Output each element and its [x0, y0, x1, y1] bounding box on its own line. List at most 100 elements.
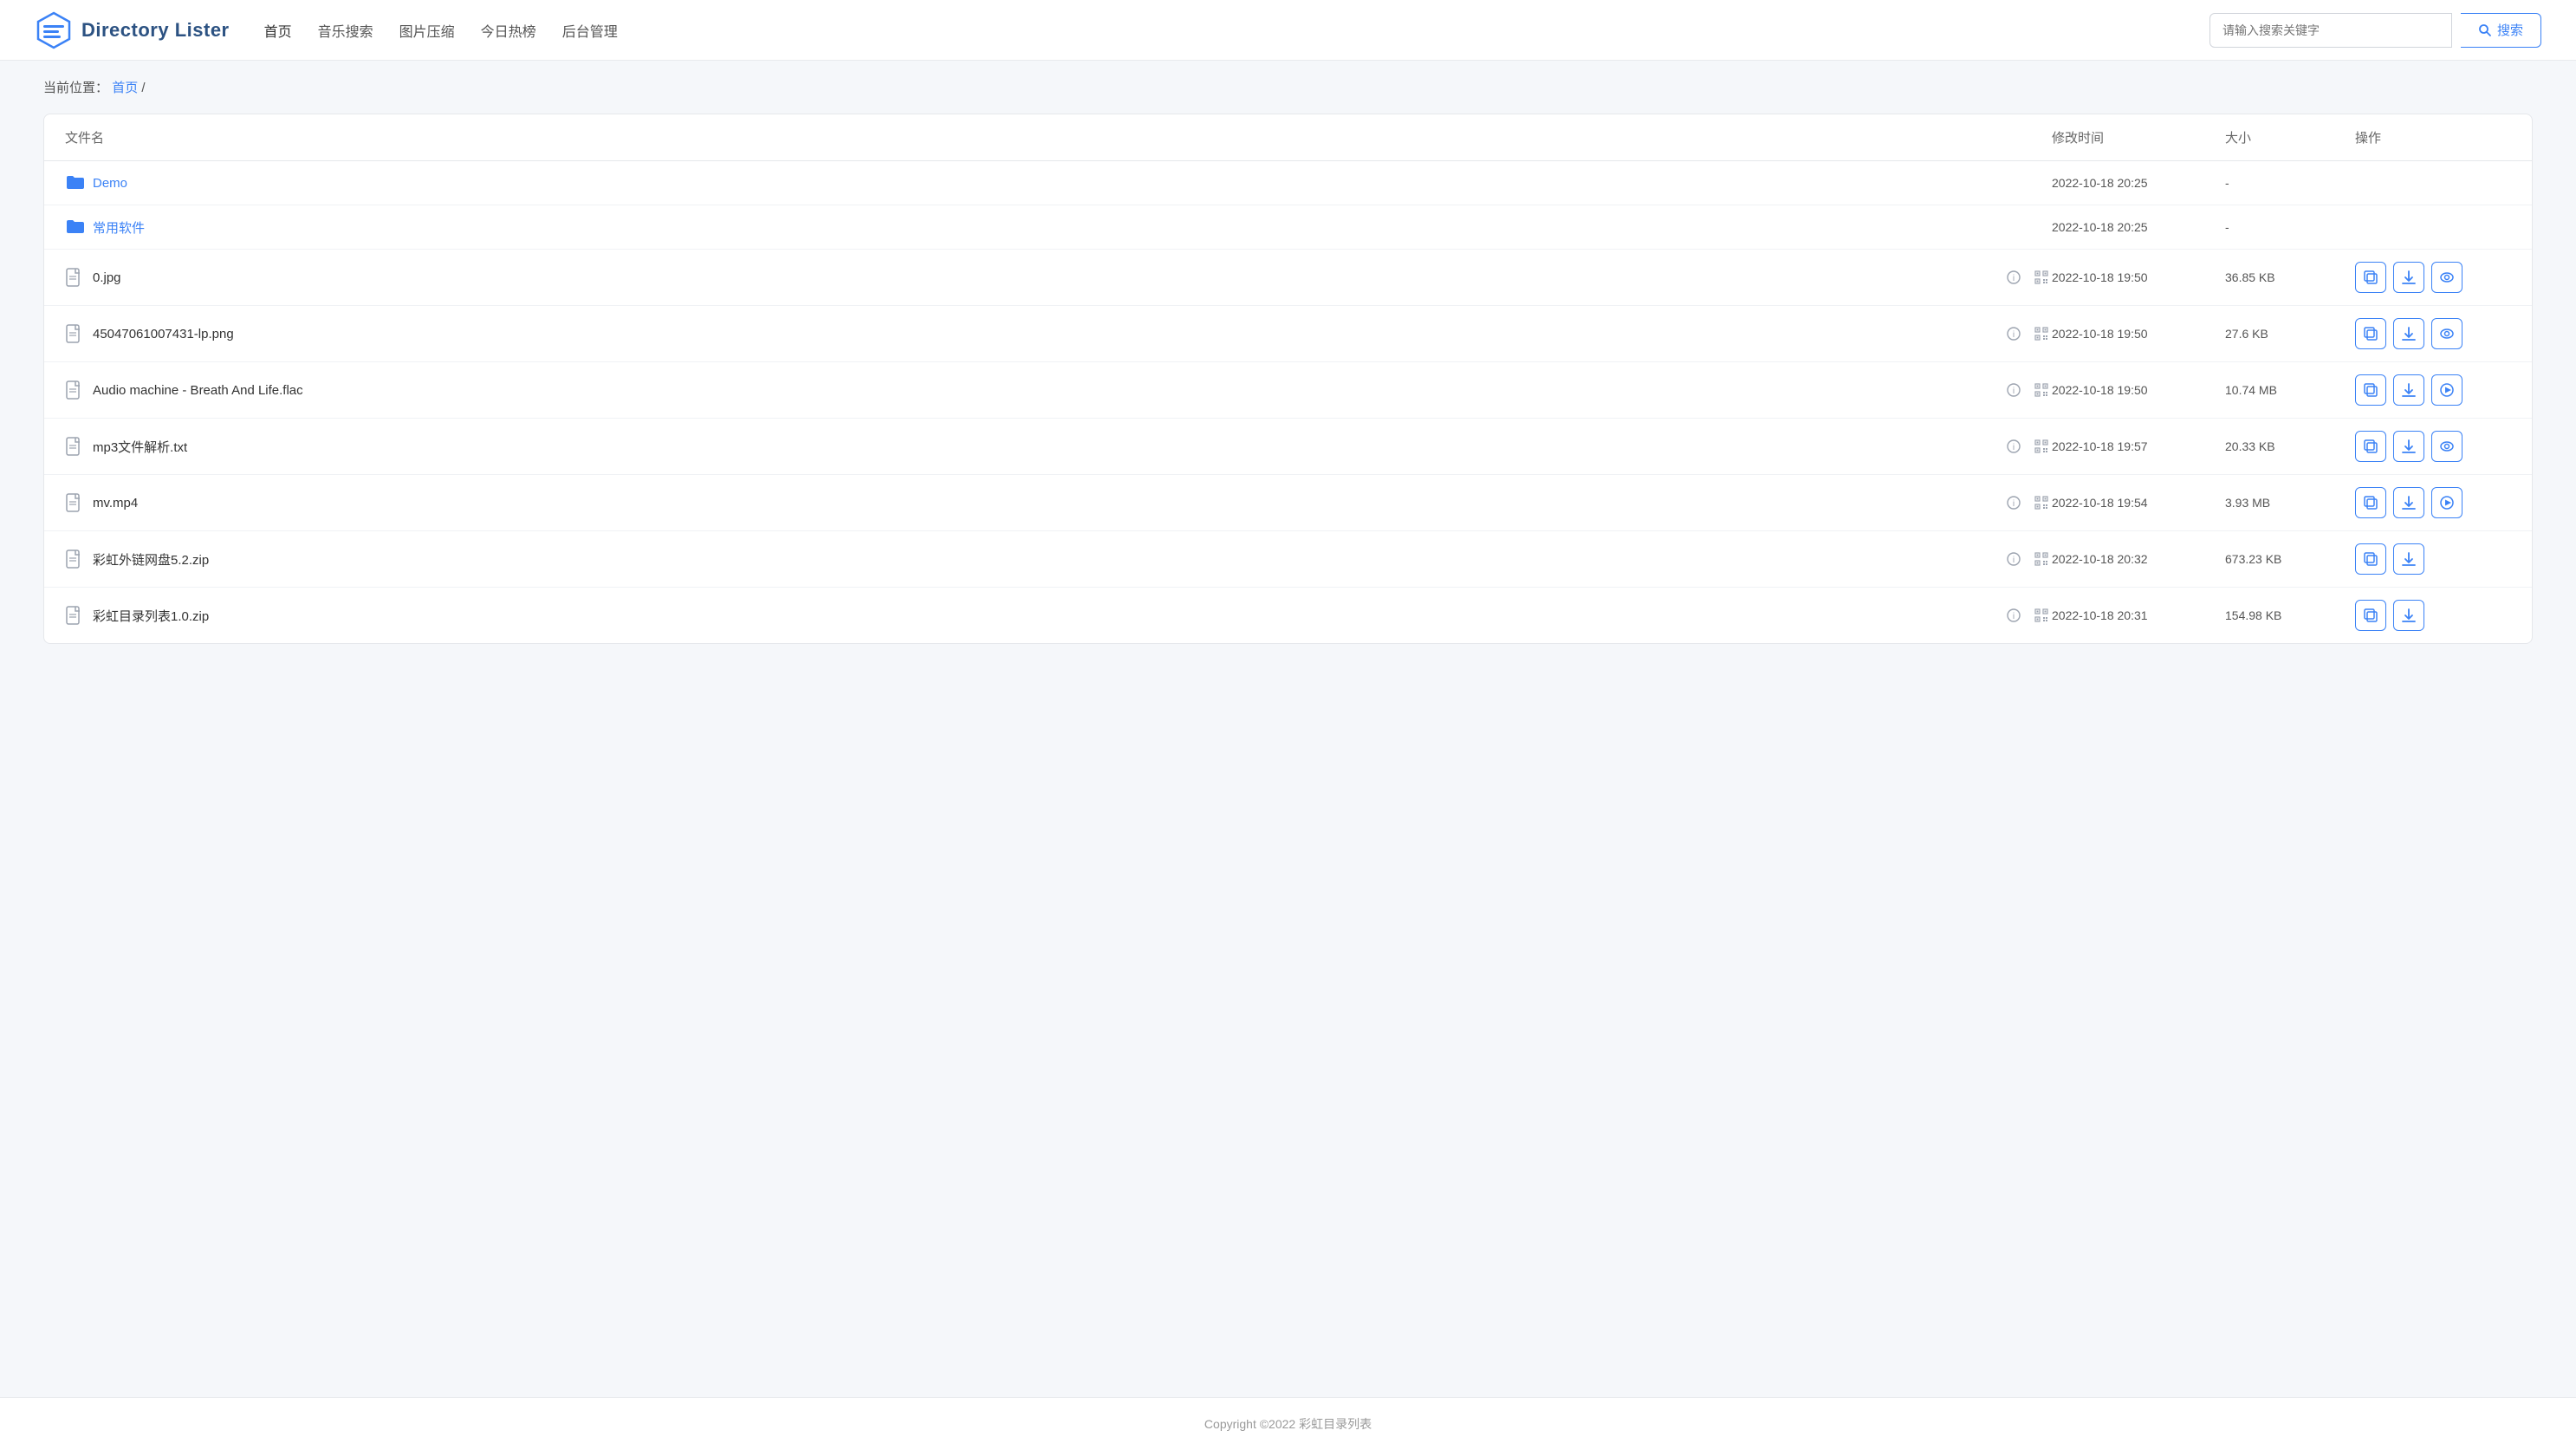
table-row: mv.mp4 i 2022-10-18 19:54 3.93 MB [44, 475, 2532, 531]
file-inline-actions: i [2003, 605, 2052, 626]
col-size: 大小 [2225, 128, 2355, 146]
file-icon [65, 606, 84, 625]
play-button[interactable] [2431, 487, 2462, 518]
file-inline-actions: i [2003, 380, 2052, 400]
nav-item-music[interactable]: 音乐搜索 [318, 16, 373, 44]
info-button[interactable]: i [2003, 436, 2024, 457]
folder-icon [65, 173, 84, 192]
search-btn-label: 搜索 [2497, 21, 2523, 39]
info-button[interactable]: i [2003, 323, 2024, 344]
nav-item-home[interactable]: 首页 [264, 16, 292, 44]
table-header: 文件名 修改时间 大小 操作 [44, 114, 2532, 161]
action-cell [2355, 318, 2511, 349]
table-row: 45047061007431-lp.png i 2022-10-18 19:50… [44, 306, 2532, 362]
file-name[interactable]: mv.mp4 [93, 496, 138, 510]
qr-button[interactable] [2031, 549, 2052, 569]
copy-button[interactable] [2355, 262, 2386, 293]
file-size: 673.23 KB [2225, 552, 2355, 566]
qr-button[interactable] [2031, 323, 2052, 344]
file-modified: 2022-10-18 20:32 [2052, 552, 2225, 566]
info-button[interactable]: i [2003, 267, 2024, 288]
qr-button[interactable] [2031, 436, 2052, 457]
file-name-cell: Audio machine - Breath And Life.flac i [65, 380, 2052, 400]
preview-button[interactable] [2431, 318, 2462, 349]
info-button[interactable]: i [2003, 492, 2024, 513]
info-button[interactable]: i [2003, 605, 2024, 626]
file-table: 文件名 修改时间 大小 操作 Demo 2022-10-18 20:25 - [43, 114, 2533, 644]
file-name-cell: 45047061007431-lp.png i [65, 323, 2052, 344]
file-icon [65, 324, 84, 343]
search-button[interactable]: 搜索 [2461, 13, 2541, 48]
header-right: 搜索 [2209, 13, 2541, 48]
file-name[interactable]: 常用软件 [93, 218, 145, 237]
file-modified: 2022-10-18 19:50 [2052, 327, 2225, 341]
search-input[interactable] [2209, 13, 2452, 48]
action-cell [2355, 543, 2511, 575]
qr-button[interactable] [2031, 492, 2052, 513]
info-button[interactable]: i [2003, 380, 2024, 400]
file-size: 3.93 MB [2225, 496, 2355, 510]
download-button[interactable] [2393, 431, 2424, 462]
col-modified: 修改时间 [2052, 128, 2225, 146]
copy-button[interactable] [2355, 600, 2386, 631]
download-button[interactable] [2393, 262, 2424, 293]
download-button[interactable] [2393, 487, 2424, 518]
copy-button[interactable] [2355, 543, 2386, 575]
preview-button[interactable] [2431, 262, 2462, 293]
file-inline-actions: i [2003, 549, 2052, 569]
file-name[interactable]: 0.jpg [93, 270, 121, 285]
download-button[interactable] [2393, 600, 2424, 631]
file-name-cell: 彩虹外链网盘5.2.zip i [65, 549, 2052, 569]
footer: Copyright ©2022 彩虹目录列表 [0, 1397, 2576, 1450]
svg-text:i: i [2013, 443, 2015, 452]
copy-button[interactable] [2355, 318, 2386, 349]
file-name-cell: 彩虹目录列表1.0.zip i [65, 605, 2052, 626]
file-name[interactable]: 彩虹外链网盘5.2.zip [93, 550, 209, 569]
col-actions: 操作 [2355, 128, 2511, 146]
file-name[interactable]: 彩虹目录列表1.0.zip [93, 607, 209, 625]
svg-text:i: i [2013, 556, 2015, 565]
file-size: 36.85 KB [2225, 270, 2355, 284]
qr-button[interactable] [2031, 380, 2052, 400]
file-name[interactable]: Demo [93, 176, 127, 191]
copy-button[interactable] [2355, 487, 2386, 518]
download-button[interactable] [2393, 543, 2424, 575]
svg-text:i: i [2013, 330, 2015, 340]
table-row: 彩虹目录列表1.0.zip i 2022-10-18 20:31 154.98 … [44, 588, 2532, 643]
copy-button[interactable] [2355, 374, 2386, 406]
file-name[interactable]: mp3文件解析.txt [93, 438, 187, 456]
nav: 首页 音乐搜索 图片压缩 今日热榜 后台管理 [264, 16, 618, 44]
nav-item-hot[interactable]: 今日热榜 [481, 16, 536, 44]
svg-text:i: i [2013, 387, 2015, 396]
folder-icon [65, 218, 84, 237]
search-icon [2478, 23, 2492, 37]
file-icon [65, 437, 84, 456]
col-filename: 文件名 [65, 128, 2052, 146]
qr-button[interactable] [2031, 605, 2052, 626]
main: 文件名 修改时间 大小 操作 Demo 2022-10-18 20:25 - [0, 114, 2576, 1397]
file-name-cell: 0.jpg i [65, 267, 2052, 288]
logo[interactable]: Directory Lister [35, 11, 230, 49]
breadcrumb: 当前位置： 首页 / [0, 61, 2576, 114]
download-button[interactable] [2393, 318, 2424, 349]
svg-text:i: i [2013, 274, 2015, 283]
file-icon [65, 549, 84, 569]
qr-button[interactable] [2031, 267, 2052, 288]
download-button[interactable] [2393, 374, 2424, 406]
file-modified: 2022-10-18 20:31 [2052, 608, 2225, 622]
file-name[interactable]: Audio machine - Breath And Life.flac [93, 383, 303, 398]
action-cell [2355, 600, 2511, 631]
file-name[interactable]: 45047061007431-lp.png [93, 327, 234, 341]
file-inline-actions: i [2003, 436, 2052, 457]
file-modified: 2022-10-18 19:57 [2052, 439, 2225, 453]
file-size: 20.33 KB [2225, 439, 2355, 453]
file-size: 10.74 MB [2225, 383, 2355, 397]
copy-button[interactable] [2355, 431, 2386, 462]
breadcrumb-home[interactable]: 首页 [112, 81, 138, 95]
play-button[interactable] [2431, 374, 2462, 406]
info-button[interactable]: i [2003, 549, 2024, 569]
nav-item-image[interactable]: 图片压缩 [399, 16, 455, 44]
svg-text:i: i [2013, 499, 2015, 509]
preview-button[interactable] [2431, 431, 2462, 462]
nav-item-admin[interactable]: 后台管理 [562, 16, 618, 44]
